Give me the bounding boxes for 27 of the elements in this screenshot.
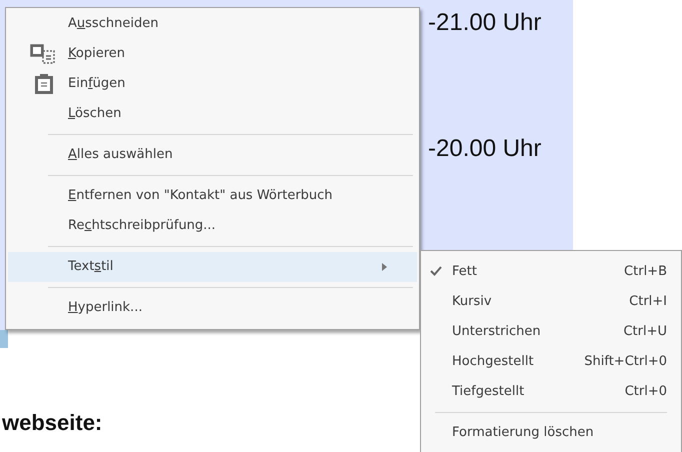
menu-item[interactable]: Hyperlink... (8, 293, 417, 323)
shortcut-text: Ctrl+U (623, 323, 667, 342)
menu-item[interactable]: Unterstrichen Ctrl+U (421, 317, 681, 347)
menu-item[interactable]: Textstil (8, 252, 417, 282)
menu-item[interactable]: Tiefgestellt Ctrl+0 (421, 377, 681, 407)
menu-item[interactable]: Löschen (8, 99, 417, 129)
menu-item[interactable]: Alles auswählen (8, 140, 417, 170)
time-text: -20.00 Uhr (428, 134, 542, 164)
clipboard-icon (33, 73, 55, 95)
menu-item[interactable]: Rechtschreibprüfung... (8, 211, 417, 241)
shortcut-text: Shift+Ctrl+0 (584, 353, 667, 372)
menu-item[interactable]: Kursiv Ctrl+I (421, 287, 681, 317)
submenu-arrow-icon (382, 263, 387, 271)
menu-item[interactable]: Ausschneiden (8, 9, 417, 39)
copy-icon (30, 44, 56, 64)
menu-item[interactable]: Kopieren (8, 39, 417, 69)
shortcut-text: Ctrl+0 (624, 383, 667, 402)
menu-item[interactable]: Formatierung löschen (421, 418, 681, 448)
menu-item[interactable]: Hochgestellt Shift+Ctrl+0 (421, 347, 681, 377)
selection-strip (0, 330, 8, 348)
shortcut-text: Ctrl+B (624, 263, 667, 282)
shortcut-text: Ctrl+I (629, 293, 667, 312)
menu-item[interactable]: Entfernen von "Kontakt" aus Wörterbuch (8, 181, 417, 211)
menu-item[interactable]: Einfügen (8, 69, 417, 99)
menu-item[interactable]: Fett Ctrl+B (421, 257, 681, 287)
section-heading: webseite: (2, 410, 102, 436)
time-text: -21.00 Uhr (428, 8, 542, 38)
